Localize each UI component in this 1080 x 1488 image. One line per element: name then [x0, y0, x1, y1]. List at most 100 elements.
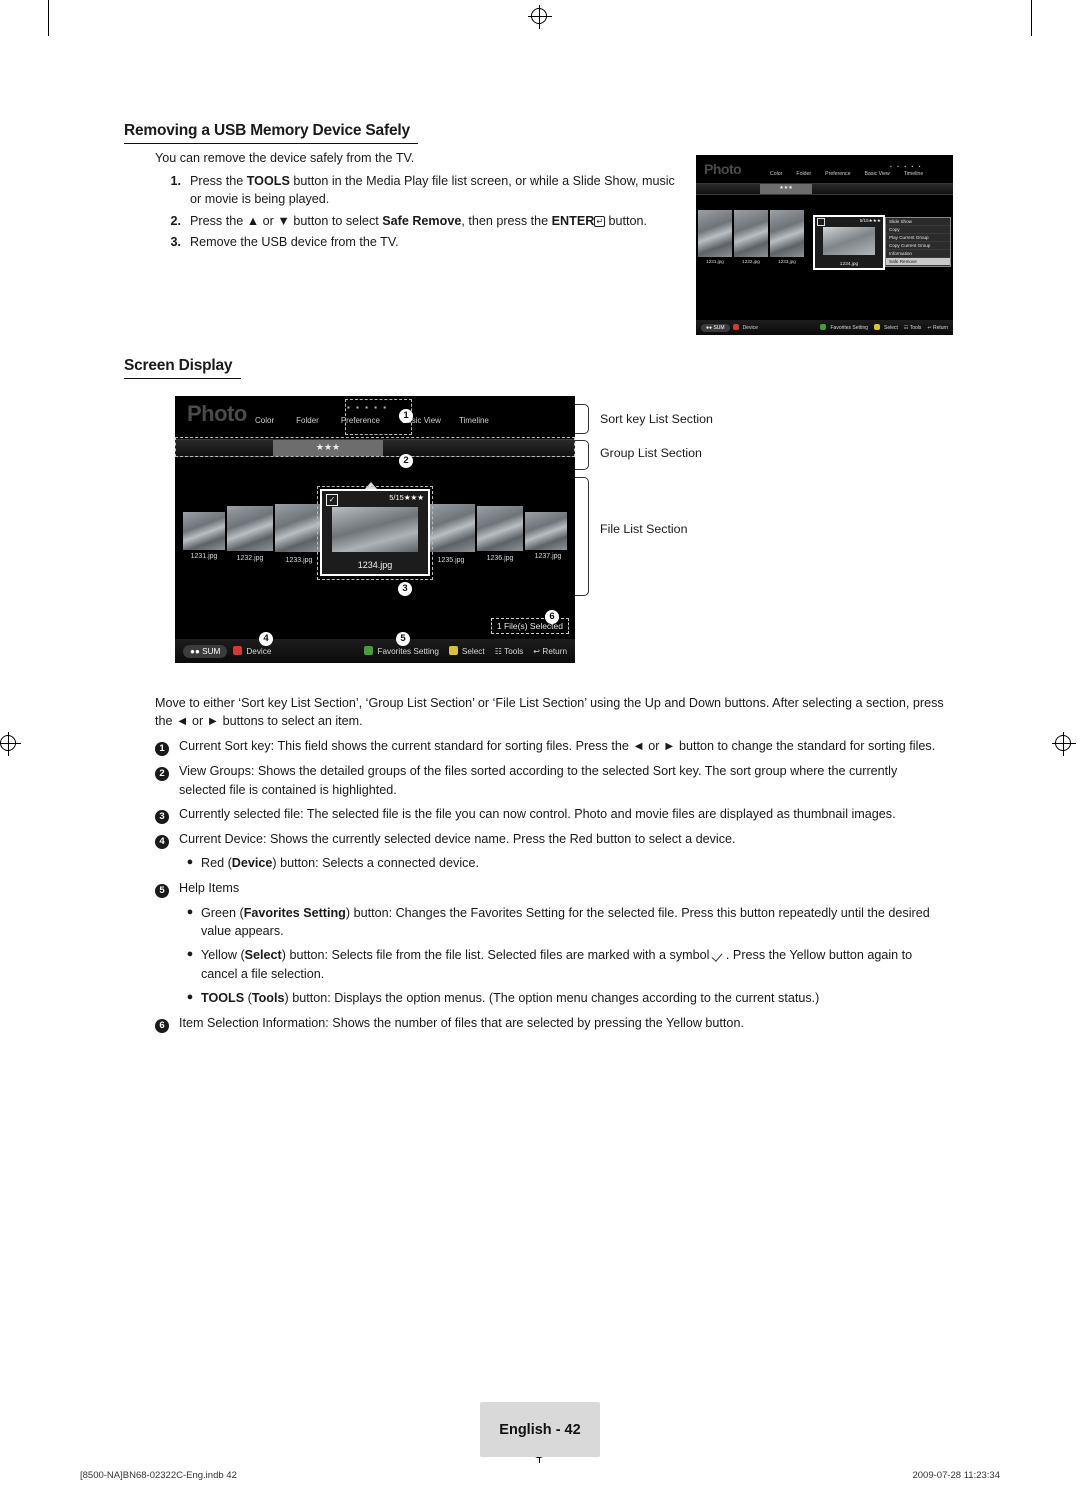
group-list-bar-small[interactable]: ★★★ [696, 183, 953, 195]
device-key-small[interactable]: Device [732, 324, 758, 331]
tools-menu-item-copy[interactable]: Copy [886, 226, 950, 234]
thumbnail-label-1235-large: 1235.jpg [437, 557, 465, 564]
legend-group-list-section: Group List Section [600, 446, 702, 460]
bullet-dot-icon-tools: ● [186, 990, 194, 1003]
explanation-text-4: Current Device: Shows the currently sele… [179, 832, 736, 846]
explanation-item-4: 4 Current Device: Shows the currently se… [155, 830, 945, 849]
bullet-tools: ● TOOLS (Tools) button: Displays the opt… [179, 989, 945, 1007]
favorites-key-large[interactable]: Favorites Setting [364, 646, 439, 656]
explanation-text-1: Current Sort key: This field shows the c… [179, 739, 936, 753]
tools-menu-item-slideshow[interactable]: Slide Show [886, 218, 950, 226]
nav-folder-large[interactable]: Folder [296, 416, 319, 425]
callout-1: 1 [399, 405, 413, 423]
tools-menu-item-play-current-group[interactable]: Play Current Group [886, 234, 950, 242]
callout-4: 4 [259, 628, 273, 646]
callout-6: 6 [545, 606, 559, 624]
help-bar-large: ●● SUM Device Favorites Setting Select ☷… [175, 639, 575, 663]
photo-title-small: Photo [704, 161, 742, 177]
thumbnail-1233-small[interactable] [770, 210, 804, 257]
footer-left-text: [8500-NA]BN68-02322C-Eng.indb 42 [80, 1470, 237, 1481]
bullet-tools-text: TOOLS (Tools) button: Displays the optio… [201, 990, 820, 1005]
thumbnail-1231-small[interactable] [698, 210, 732, 257]
explanation-marker-4: 4 [155, 830, 179, 849]
explanation-text-6: Item Selection Information: Shows the nu… [179, 1016, 744, 1030]
thumbnail-label-1233-small: 1233.jpg [778, 259, 796, 264]
explanation-marker-3: 3 [155, 805, 179, 824]
tools-key-large[interactable]: ☷ Tools [495, 646, 524, 656]
nav-dots-small: ▪ ▪ ▪ ▪ ▪ [890, 164, 923, 170]
checkmark-icon [713, 951, 726, 960]
tv-screen-media-play: Photo Color Folder Preference Basic View… [175, 396, 575, 663]
bullet-red-device: ● Red (Device) button: Selects a connect… [179, 854, 945, 872]
nav-preference-small[interactable]: Preference [825, 171, 850, 177]
tv-screen-tools-menu: Photo Color Folder ▪ ▪ ▪ ▪ ▪ Preference … [696, 155, 953, 335]
callout-5: 5 [396, 628, 410, 646]
bullet-dot-icon-yellow: ● [186, 948, 194, 961]
step-2-number: 2. [170, 213, 181, 228]
nav-color-small[interactable]: Color [770, 171, 782, 177]
legend-sort-key-list-section: Sort key List Section [600, 412, 713, 426]
group-stars-small: ★★★ [779, 185, 793, 191]
sum-badge-small: ●● SUM [701, 323, 730, 332]
step-2: 2. Press the ▲ or ▼ button to select Saf… [155, 212, 675, 230]
thumbnail-1235-large[interactable] [427, 504, 475, 552]
checkbox-icon-small[interactable] [817, 218, 825, 226]
nav-color-large[interactable]: Color [255, 416, 274, 425]
nav-timeline-small[interactable]: Timeline [904, 171, 923, 177]
callout-3: 3 [398, 578, 412, 596]
explanation-marker-1: 1 [155, 737, 179, 756]
nav-basicview-small[interactable]: Basic View [865, 171, 890, 177]
step-1: 1. Press the TOOLS button in the Media P… [155, 172, 675, 209]
thumbnail-1237-large[interactable] [525, 512, 567, 550]
nav-timeline-large[interactable]: Timeline [459, 416, 489, 425]
tools-menu-item-safe-remove[interactable]: Safe Remove [886, 258, 950, 266]
explanation-item-5: 5 Help Items [155, 879, 945, 898]
step-2-text: Press the ▲ or ▼ button to select Safe R… [190, 213, 648, 228]
nav-folder-small[interactable]: Folder [796, 171, 811, 177]
selected-file-small[interactable]: 5/15★★★ 1234.jpg [813, 215, 885, 270]
thumbnail-1233-large[interactable] [275, 504, 323, 552]
explanation-item-2: 2 View Groups: Shows the detailed groups… [155, 762, 945, 799]
thumbnail-1231-large[interactable] [183, 512, 225, 550]
page-content: Removing a USB Memory Device Safely You … [0, 0, 1080, 1488]
step-1-text: Press the TOOLS button in the Media Play… [190, 174, 675, 207]
thumbnail-1236-large[interactable] [477, 506, 523, 551]
thumbnail-1232-large[interactable] [227, 506, 273, 551]
explanation-item-3: 3 Currently selected file: The selected … [155, 805, 945, 824]
explanation-list: 1 Current Sort key: This field shows the… [155, 737, 945, 1037]
tools-option-menu[interactable]: Slide Show Copy Play Current Group Copy … [885, 217, 951, 267]
select-key-large[interactable]: Select [448, 646, 485, 656]
footer-right-text: 2009-07-28 11:23:34 [912, 1470, 1000, 1481]
tools-menu-item-copy-current-group[interactable]: Copy Current Group [886, 242, 950, 250]
bracket-file-list [575, 477, 589, 596]
callout-2: 2 [399, 450, 413, 468]
thumbnail-1232-small[interactable] [734, 210, 768, 257]
selected-label-small: 1234.jpg [839, 262, 859, 267]
explanation-text-3: Currently selected file: The selected fi… [179, 806, 896, 821]
explanation-item-6: 6 Item Selection Information: Shows the … [155, 1014, 945, 1033]
thumbnail-label-1237-large: 1237.jpg [534, 553, 562, 560]
selected-badge-small: 5/15★★★ [859, 218, 881, 223]
step-3: 3. Remove the USB device from the TV. [155, 233, 675, 251]
step-3-text: Remove the USB device from the TV. [190, 234, 399, 249]
return-key-large[interactable]: ↩ Return [533, 646, 567, 656]
legend-file-list-section: File List Section [600, 522, 688, 536]
section1-intro: You can remove the device safely from th… [155, 151, 415, 165]
tools-key-small[interactable]: ☷ Tools [904, 325, 921, 331]
bullet-red-device-text: Red (Device) button: Selects a connected… [201, 856, 479, 871]
explanation-marker-5: 5 [155, 879, 179, 898]
tools-menu-item-information[interactable]: Information [886, 250, 950, 258]
bracket-group-list [575, 440, 589, 470]
step-3-number: 3. [170, 234, 181, 249]
return-key-small[interactable]: ↩ Return [927, 325, 948, 331]
favorites-key-small[interactable]: Favorites Setting [820, 324, 868, 331]
thumbnail-label-1233-large: 1233.jpg [285, 557, 313, 564]
file-list-dashed-box [317, 486, 433, 580]
explanation-text-5: Help Items [179, 880, 240, 895]
step-1-number: 1. [170, 174, 181, 188]
device-key-large[interactable]: Device [233, 646, 271, 656]
explanation-marker-2: 2 [155, 762, 179, 799]
thumbnail-label-1231-large: 1231.jpg [190, 553, 218, 560]
select-key-small[interactable]: Select [874, 324, 898, 331]
bullet-dot-icon: ● [186, 856, 194, 869]
